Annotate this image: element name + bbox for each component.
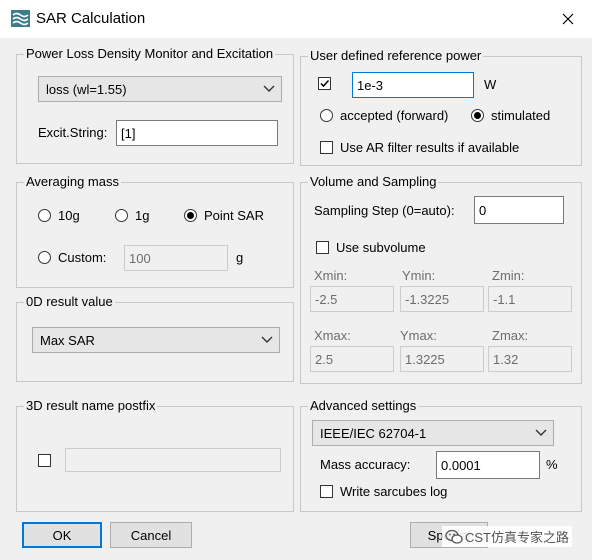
averaging-mass-group xyxy=(16,182,294,288)
checkmark-icon xyxy=(320,79,330,88)
ymax-value: 1.3225 xyxy=(405,351,445,367)
result-0d-select[interactable]: Max SAR xyxy=(32,327,280,353)
chevron-down-icon xyxy=(535,429,547,436)
zmin-label: Zmin: xyxy=(492,268,525,283)
reference-power-checkbox[interactable] xyxy=(318,77,331,90)
ymin-label: Ymin: xyxy=(402,268,436,283)
radio-point-sar[interactable] xyxy=(184,209,197,222)
watermark-text: CST仿真专家之路 xyxy=(465,530,570,545)
close-button[interactable] xyxy=(548,2,588,36)
custom-mass-value: 100 xyxy=(129,250,151,266)
postfix-checkbox[interactable] xyxy=(38,454,51,467)
custom-mass-unit: g xyxy=(236,250,244,265)
ok-button[interactable]: OK xyxy=(22,522,102,548)
custom-mass-input[interactable]: 100 xyxy=(124,245,228,271)
window-title: SAR Calculation xyxy=(36,10,146,27)
power-loss-heading: Power Loss Density Monitor and Excitatio… xyxy=(24,46,276,62)
radio-1g[interactable] xyxy=(115,209,128,222)
ymin-input[interactable]: -1.3225 xyxy=(400,286,484,312)
mass-accuracy-label: Mass accuracy: xyxy=(320,457,411,472)
radio-accepted-forward-label: accepted (forward) xyxy=(340,108,449,123)
chevron-down-icon xyxy=(261,336,273,343)
power-loss-group xyxy=(16,54,294,164)
wechat-icon xyxy=(445,529,463,544)
radio-1g-label: 1g xyxy=(135,208,150,223)
xmin-value: -2.5 xyxy=(315,291,338,307)
radio-custom[interactable] xyxy=(38,251,51,264)
chevron-down-icon xyxy=(263,85,275,92)
ymin-value: -1.3225 xyxy=(405,291,450,307)
ar-filter-label: Use AR filter results if available xyxy=(340,140,520,155)
radio-accepted-forward[interactable] xyxy=(320,109,333,122)
excit-string-input[interactable]: [1] xyxy=(116,120,278,146)
radio-point-sar-label: Point SAR xyxy=(204,208,264,223)
averaging-mass-heading: Averaging mass xyxy=(24,174,121,190)
zmin-value: -1.1 xyxy=(493,291,516,307)
sarcubes-checkbox[interactable] xyxy=(320,485,333,498)
sampling-step-input[interactable]: 0 xyxy=(474,196,564,224)
monitor-select[interactable]: loss (wl=1.55) xyxy=(38,76,282,102)
radio-10g[interactable] xyxy=(38,209,51,222)
sampling-step-value: 0 xyxy=(479,202,487,218)
result-0d-heading: 0D result value xyxy=(24,294,115,310)
ymax-input[interactable]: 1.3225 xyxy=(400,346,484,372)
zmax-label: Zmax: xyxy=(492,328,529,343)
sarcubes-label: Write sarcubes log xyxy=(340,484,448,499)
radio-stimulated[interactable] xyxy=(471,109,484,122)
xmax-value: 2.5 xyxy=(315,351,334,367)
volume-sampling-heading: Volume and Sampling xyxy=(308,174,439,190)
reference-power-value: 1e-3 xyxy=(357,77,384,93)
reference-power-input[interactable]: 1e-3 xyxy=(352,72,474,98)
reference-power-heading: User defined reference power xyxy=(308,48,484,64)
radio-custom-label: Custom: xyxy=(58,250,107,265)
mass-accuracy-value: 0.0001 xyxy=(441,457,481,473)
xmin-input[interactable]: -2.5 xyxy=(310,286,394,312)
xmax-input[interactable]: 2.5 xyxy=(310,346,394,372)
standard-select[interactable]: IEEE/IEC 62704-1 xyxy=(312,420,554,446)
zmin-input[interactable]: -1.1 xyxy=(488,286,572,312)
subvolume-checkbox[interactable] xyxy=(316,241,329,254)
result-0d-select-value: Max SAR xyxy=(40,332,95,348)
sampling-step-label: Sampling Step (0=auto): xyxy=(314,203,455,218)
mass-accuracy-input[interactable]: 0.0001 xyxy=(436,451,540,479)
xmax-label: Xmax: xyxy=(314,328,351,343)
standard-select-value: IEEE/IEC 62704-1 xyxy=(320,425,427,441)
radio-10g-label: 10g xyxy=(58,208,80,223)
ymax-label: Ymax: xyxy=(400,328,437,343)
xmin-label: Xmin: xyxy=(314,268,348,283)
mass-accuracy-unit: % xyxy=(546,457,558,472)
result-3d-heading: 3D result name postfix xyxy=(24,398,158,414)
postfix-input[interactable] xyxy=(65,448,281,472)
excit-string-value: [1] xyxy=(121,125,136,141)
zmax-input[interactable]: 1.32 xyxy=(488,346,572,372)
sar-wave-icon xyxy=(11,10,30,27)
excit-string-label: Excit.String: xyxy=(38,125,108,140)
watermark: CST仿真专家之路 xyxy=(442,526,573,547)
subvolume-label: Use subvolume xyxy=(336,240,426,255)
reference-power-unit: W xyxy=(484,77,497,92)
monitor-select-value: loss (wl=1.55) xyxy=(46,81,127,97)
ar-filter-checkbox[interactable] xyxy=(320,141,333,154)
advanced-settings-heading: Advanced settings xyxy=(308,398,419,414)
zmax-value: 1.32 xyxy=(493,351,519,367)
radio-stimulated-label: stimulated xyxy=(491,108,551,123)
close-icon xyxy=(562,13,574,25)
cancel-button[interactable]: Cancel xyxy=(110,522,192,548)
